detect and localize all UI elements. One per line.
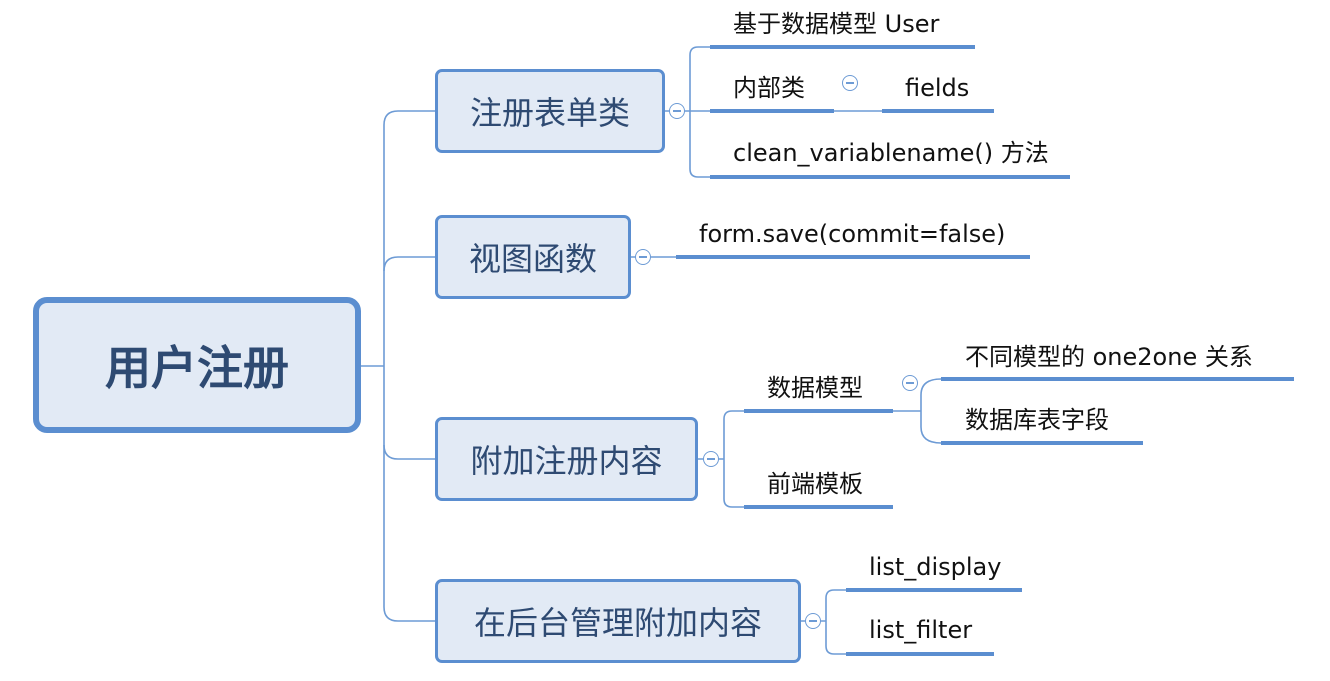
branch-form-class[interactable]: 注册表单类 — [435, 69, 665, 153]
topic-one2one-relation[interactable]: 不同模型的 one2one 关系 — [965, 342, 1253, 372]
collapse-toggle-icon[interactable] — [703, 451, 719, 467]
collapse-toggle-icon[interactable] — [669, 103, 685, 119]
collapse-toggle-icon[interactable] — [902, 375, 918, 391]
branch-label: 在后台管理附加内容 — [473, 604, 762, 642]
branch3-trunk — [723, 410, 744, 508]
mind-map-canvas: 用户注册 注册表单类 视图函数 附加注册内容 在后台管理附加内容 基于数据模型 … — [0, 0, 1330, 681]
datamodel-trunk — [920, 378, 942, 444]
branch-connector-view — [383, 256, 435, 272]
topic-based-on-user-model[interactable]: 基于数据模型 User — [733, 9, 939, 39]
branch4-trunk — [825, 589, 846, 655]
topic-fields[interactable]: fields — [905, 73, 969, 103]
branch-extra-content[interactable]: 附加注册内容 — [435, 417, 698, 501]
branch1-trunk — [689, 46, 710, 178]
topic-data-model[interactable]: 数据模型 — [767, 373, 863, 403]
branch-admin-extra[interactable]: 在后台管理附加内容 — [435, 579, 801, 663]
root-topic-label: 用户注册 — [105, 341, 289, 395]
topic-db-table-fields[interactable]: 数据库表字段 — [965, 405, 1109, 435]
topic-list-display[interactable]: list_display — [869, 552, 1001, 582]
topic-inner-class[interactable]: 内部类 — [733, 73, 805, 103]
topic-clean-method[interactable]: clean_variablename() 方法 — [733, 138, 1049, 168]
branch-view-function[interactable]: 视图函数 — [435, 215, 631, 299]
topic-list-filter[interactable]: list_filter — [869, 615, 972, 645]
collapse-toggle-icon[interactable] — [805, 613, 821, 629]
root-trunk — [383, 110, 435, 622]
branch-label: 附加注册内容 — [470, 442, 663, 480]
collapse-toggle-icon[interactable] — [842, 75, 858, 91]
topic-frontend-template[interactable]: 前端模板 — [767, 469, 863, 499]
root-topic[interactable]: 用户注册 — [33, 297, 361, 433]
branch-connector-extra — [383, 444, 435, 460]
collapse-toggle-icon[interactable] — [635, 249, 651, 265]
topic-form-save[interactable]: form.save(commit=false) — [699, 219, 1005, 249]
branch-label: 注册表单类 — [469, 94, 630, 132]
branch-label: 视图函数 — [468, 240, 597, 278]
